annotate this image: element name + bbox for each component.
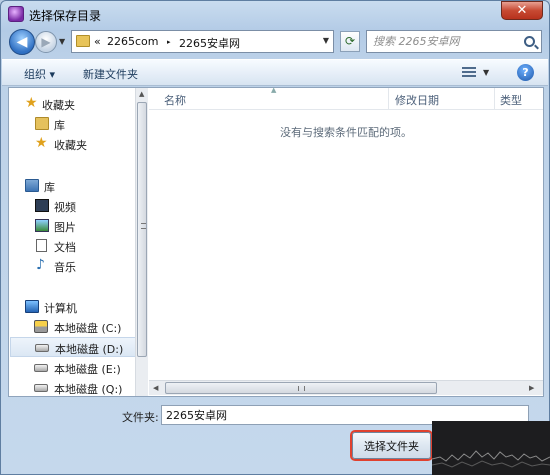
computer-icon xyxy=(25,300,39,313)
documents-icon xyxy=(36,239,47,252)
back-button[interactable]: ◀ xyxy=(9,29,35,55)
sidebar-item-label: 文档 xyxy=(54,241,76,254)
sidebar-item-drive-d[interactable]: 本地磁盘 (D:) xyxy=(10,337,138,357)
navigation-bar: ◀ ▶ ▼ « 2265com ▸ 2265安卓网 ▼ ⟳ xyxy=(7,28,545,56)
sidebar-item-computer[interactable]: 计算机 xyxy=(9,297,137,317)
command-toolbar: 组织 ▾ 新建文件夹 ▼ ? xyxy=(2,59,548,86)
column-divider[interactable] xyxy=(494,88,495,110)
sidebar-item-label: 计算机 xyxy=(44,302,77,315)
close-button[interactable]: ✕ xyxy=(501,1,543,20)
grip-icon xyxy=(298,386,305,391)
sidebar-item-label: 本地磁盘 (E:) xyxy=(54,363,121,376)
video-icon xyxy=(35,199,49,212)
sidebar-item-label: 收藏夹 xyxy=(42,99,75,112)
drive-icon xyxy=(34,384,48,392)
navigation-pane: ★ 收藏夹 库 ★ 收藏夹 库 视频 图片 文档 ♪ 音乐 计算机 本地磁盘 (… xyxy=(9,88,149,396)
select-folder-dialog: 选择保存目录 ✕ ◀ ▶ ▼ « 2265com ▸ 2265安卓网 ▼ ⟳ 组… xyxy=(0,0,550,475)
column-modified-date[interactable]: 修改日期 xyxy=(395,92,439,108)
address-prefix[interactable]: « xyxy=(94,35,101,48)
folder-icon xyxy=(35,117,49,130)
help-icon[interactable]: ? xyxy=(517,64,534,81)
column-divider[interactable] xyxy=(388,88,389,110)
search-icon[interactable] xyxy=(524,36,535,47)
sidebar-item-documents[interactable]: 文档 xyxy=(9,236,137,256)
sidebar-item-label: 本地磁盘 (D:) xyxy=(55,343,124,356)
sidebar-item-favorites-2[interactable]: ★ 收藏夹 xyxy=(9,134,137,154)
view-options-icon[interactable] xyxy=(462,67,476,79)
drive-icon xyxy=(34,364,48,372)
system-drive-icon xyxy=(34,320,48,333)
browser-body: ★ 收藏夹 库 ★ 收藏夹 库 视频 图片 文档 ♪ 音乐 计算机 本地磁盘 (… xyxy=(8,86,544,397)
window-title: 选择保存目录 xyxy=(29,9,102,23)
folder-label: 文件夹: xyxy=(122,411,159,424)
navigation-scrollbar[interactable]: ▲ xyxy=(135,88,148,396)
scrollbar-thumb[interactable] xyxy=(137,102,147,357)
star-icon: ★ xyxy=(35,135,48,151)
column-type[interactable]: 类型 xyxy=(500,92,522,108)
sidebar-item-drive-e[interactable]: 本地磁盘 (E:) xyxy=(9,358,137,378)
sidebar-item-favorites[interactable]: ★ 收藏夹 xyxy=(9,94,137,114)
recent-pages-dropdown[interactable]: ▼ xyxy=(59,37,65,46)
sidebar-item-libraries[interactable]: 库 xyxy=(9,176,137,196)
music-icon: ♪ xyxy=(36,257,45,273)
waveform-graphic xyxy=(432,450,550,468)
file-list[interactable]: ▲ 名称 修改日期 类型 没有与搜索条件匹配的项。 ◀ ▶ xyxy=(149,86,543,396)
sidebar-item-label: 本地磁盘 (Q:) xyxy=(54,383,123,396)
forward-button[interactable]: ▶ xyxy=(35,31,57,53)
sidebar-item-label: 图片 xyxy=(54,221,76,234)
dark-overlay-region xyxy=(432,421,550,475)
title-bar: 选择保存目录 ✕ xyxy=(1,1,549,27)
address-segment-2265anzhuo[interactable]: 2265安卓网 xyxy=(179,35,240,51)
grip-icon xyxy=(141,223,146,229)
address-segment-2265com[interactable]: 2265com xyxy=(107,35,159,48)
folder-icon xyxy=(76,35,90,47)
sidebar-item-label: 音乐 xyxy=(54,261,76,274)
sidebar-item-label: 本地磁盘 (C:) xyxy=(54,322,122,335)
sidebar-item-label: 视频 xyxy=(54,201,76,214)
app-icon xyxy=(8,6,24,22)
scroll-left-icon[interactable]: ◀ xyxy=(153,384,158,392)
sort-ascending-icon: ▲ xyxy=(271,86,277,94)
search-box[interactable] xyxy=(366,30,542,53)
sidebar-item-pictures[interactable]: 图片 xyxy=(9,216,137,236)
drive-icon xyxy=(35,344,49,352)
address-dropdown-icon[interactable]: ▼ xyxy=(323,36,329,45)
scrollbar-thumb[interactable] xyxy=(165,382,437,394)
scroll-up-icon[interactable]: ▲ xyxy=(139,90,144,98)
column-header: ▲ 名称 修改日期 类型 xyxy=(149,86,543,110)
address-separator[interactable]: ▸ xyxy=(167,38,171,46)
sidebar-item-label: 收藏夹 xyxy=(54,139,87,152)
organize-button[interactable]: 组织 ▾ xyxy=(24,66,55,82)
refresh-button[interactable]: ⟳ xyxy=(340,31,360,52)
search-input[interactable] xyxy=(373,34,518,49)
empty-message: 没有与搜索条件匹配的项。 xyxy=(280,126,412,139)
scroll-right-icon[interactable]: ▶ xyxy=(529,384,534,392)
sidebar-item-label: 库 xyxy=(54,119,65,132)
library-icon xyxy=(25,179,39,192)
view-dropdown-icon[interactable]: ▼ xyxy=(483,68,489,77)
pictures-icon xyxy=(35,219,49,232)
column-name[interactable]: 名称 xyxy=(164,92,186,108)
new-folder-button[interactable]: 新建文件夹 xyxy=(83,66,138,82)
select-folder-button[interactable]: 选择文件夹 xyxy=(352,432,431,459)
sidebar-item-videos[interactable]: 视频 xyxy=(9,196,137,216)
star-icon: ★ xyxy=(25,95,38,111)
sidebar-item-label: 库 xyxy=(44,181,55,194)
address-bar[interactable]: « 2265com ▸ 2265安卓网 ▼ xyxy=(71,30,334,53)
sidebar-item-drive-c[interactable]: 本地磁盘 (C:) xyxy=(9,317,137,337)
horizontal-scrollbar[interactable]: ◀ ▶ xyxy=(149,380,543,395)
sidebar-item-drive-q[interactable]: 本地磁盘 (Q:) xyxy=(9,378,137,396)
sidebar-item-music[interactable]: ♪ 音乐 xyxy=(9,256,137,276)
sidebar-item-library-folder[interactable]: 库 xyxy=(9,114,137,134)
